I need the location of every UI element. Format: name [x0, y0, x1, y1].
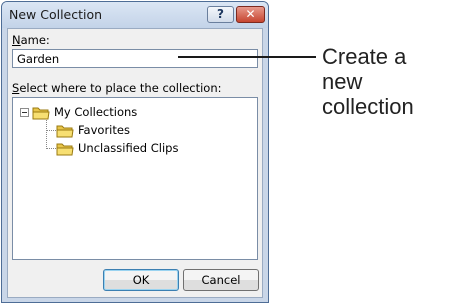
name-label-text: ame:: [20, 33, 50, 47]
name-label-accelerator: N: [12, 33, 21, 47]
collapse-toggle-icon[interactable]: [20, 108, 29, 117]
tree-item-label: Favorites: [78, 123, 130, 137]
location-label: Select where to place the collection:: [12, 81, 222, 95]
name-input[interactable]: [12, 49, 258, 68]
tree-connector: [46, 130, 56, 131]
new-collection-dialog: New Collection ? ✕ Name: Select where to…: [1, 1, 269, 303]
help-button[interactable]: ?: [207, 6, 234, 23]
dialog-body: Name: Select where to place the collecti…: [7, 28, 263, 298]
folder-icon: [56, 143, 74, 155]
folder-icon: [32, 107, 50, 119]
tree-item-label: Unclassified Clips: [78, 141, 179, 155]
name-label: Name:: [12, 33, 50, 47]
tree-item-favorites[interactable]: Favorites: [56, 122, 130, 138]
tree-connector: [46, 120, 47, 149]
tree-connector: [46, 148, 56, 149]
tree-item-unclassified-clips[interactable]: Unclassified Clips: [56, 140, 178, 156]
location-label-text: elect where to place the collection:: [19, 81, 222, 95]
callout-text: Create a new collection: [322, 44, 414, 119]
dialog-title: New Collection: [9, 7, 103, 22]
title-bar[interactable]: New Collection ? ✕: [2, 2, 268, 28]
folder-icon: [56, 125, 74, 137]
tree-item-label: My Collections: [54, 105, 138, 119]
cancel-button[interactable]: Cancel: [183, 269, 259, 291]
tree-item-my-collections[interactable]: My Collections: [32, 104, 137, 120]
collection-tree[interactable]: My Collections Favorites Unclassified Cl…: [12, 97, 258, 260]
callout-line: [178, 56, 316, 58]
close-button[interactable]: ✕: [236, 6, 265, 23]
ok-button[interactable]: OK: [103, 269, 179, 291]
